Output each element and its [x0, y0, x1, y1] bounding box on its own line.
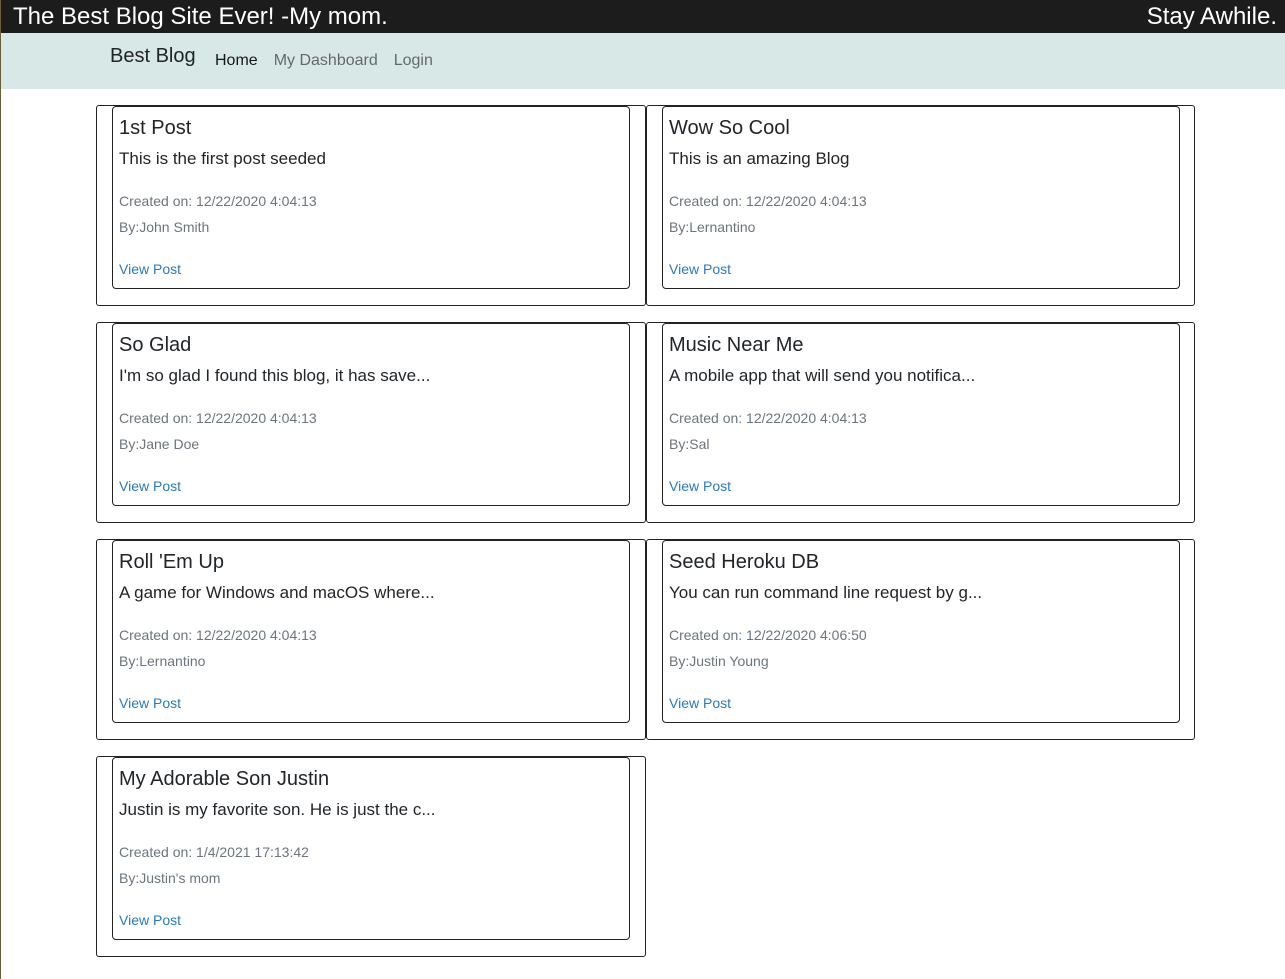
- post-card-wrapper: So Glad I'm so glad I found this blog, i…: [96, 322, 646, 523]
- nav-links: Home My Dashboard Login: [215, 52, 433, 70]
- post-title: My Adorable Son Justin: [119, 768, 330, 790]
- post-excerpt: This is the first post seeded: [119, 149, 326, 168]
- post-created-date: Created on: 12/22/2020 4:04:13: [119, 410, 317, 426]
- post-author: By:John Smith: [119, 219, 210, 235]
- post-excerpt: Justin is my favorite son. He is just th…: [119, 800, 436, 819]
- page: The Best Blog Site Ever! -My mom. Stay A…: [0, 0, 1285, 979]
- nav-home-link[interactable]: Home: [215, 52, 258, 70]
- post-card: Wow So Cool This is an amazing Blog Crea…: [662, 106, 1180, 289]
- view-post-link[interactable]: View Post: [119, 912, 181, 928]
- site-tagline: The Best Blog Site Ever! -My mom.: [13, 2, 388, 30]
- post-card-wrapper: Seed Heroku DB You can run command line …: [646, 539, 1195, 740]
- view-post-link[interactable]: View Post: [119, 478, 181, 494]
- post-author: By:Lernantino: [119, 653, 206, 669]
- post-author: By:Jane Doe: [119, 436, 200, 452]
- post-created-date: Created on: 12/22/2020 4:04:13: [669, 193, 867, 209]
- post-title: 1st Post: [119, 117, 192, 139]
- post-excerpt: This is an amazing Blog: [669, 149, 850, 168]
- site-header: The Best Blog Site Ever! -My mom. Stay A…: [1, 0, 1285, 33]
- nav-login-link[interactable]: Login: [394, 52, 433, 70]
- brand-link[interactable]: Best Blog: [110, 45, 196, 68]
- view-post-link[interactable]: View Post: [669, 261, 731, 277]
- post-excerpt: A mobile app that will send you notifica…: [669, 366, 976, 385]
- post-card: Music Near Me A mobile app that will sen…: [662, 323, 1180, 506]
- post-excerpt: You can run command line request by g...: [669, 583, 983, 602]
- post-card: Roll 'Em Up A game for Windows and macOS…: [112, 540, 630, 723]
- view-post-link[interactable]: View Post: [119, 695, 181, 711]
- post-excerpt: A game for Windows and macOS where...: [119, 583, 435, 602]
- post-author: By:Sal: [669, 436, 710, 452]
- post-title: Music Near Me: [669, 334, 804, 356]
- navbar: Best Blog Home My Dashboard Login: [1, 33, 1285, 89]
- post-created-date: Created on: 12/22/2020 4:04:13: [119, 193, 317, 209]
- post-card-wrapper: Wow So Cool This is an amazing Blog Crea…: [646, 105, 1195, 306]
- post-card: Seed Heroku DB You can run command line …: [662, 540, 1180, 723]
- view-post-link[interactable]: View Post: [669, 695, 731, 711]
- post-card-wrapper: My Adorable Son Justin Justin is my favo…: [96, 756, 646, 957]
- post-title: Wow So Cool: [669, 117, 790, 139]
- view-post-link[interactable]: View Post: [669, 478, 731, 494]
- post-author: By:Justin Young: [669, 653, 769, 669]
- post-card: 1st Post This is the first post seeded C…: [112, 106, 630, 289]
- post-author: By:Lernantino: [669, 219, 756, 235]
- post-created-date: Created on: 12/22/2020 4:06:50: [669, 627, 867, 643]
- post-title: Roll 'Em Up: [119, 551, 224, 573]
- post-card: My Adorable Son Justin Justin is my favo…: [112, 757, 630, 940]
- post-created-date: Created on: 12/22/2020 4:04:13: [669, 410, 867, 426]
- site-slogan: Stay Awhile.: [1146, 2, 1277, 30]
- post-created-date: Created on: 1/4/2021 17:13:42: [119, 844, 309, 860]
- view-post-link[interactable]: View Post: [119, 261, 181, 277]
- post-title: So Glad: [119, 334, 192, 356]
- post-card-wrapper: Roll 'Em Up A game for Windows and macOS…: [96, 539, 646, 740]
- post-excerpt: I'm so glad I found this blog, it has sa…: [119, 366, 431, 385]
- post-card-wrapper: 1st Post This is the first post seeded C…: [96, 105, 646, 306]
- post-card-wrapper: Music Near Me A mobile app that will sen…: [646, 322, 1195, 523]
- post-card: So Glad I'm so glad I found this blog, i…: [112, 323, 630, 506]
- post-title: Seed Heroku DB: [669, 551, 820, 573]
- post-author: By:Justin's mom: [119, 870, 221, 886]
- nav-dashboard-link[interactable]: My Dashboard: [274, 52, 378, 70]
- post-created-date: Created on: 12/22/2020 4:04:13: [119, 627, 317, 643]
